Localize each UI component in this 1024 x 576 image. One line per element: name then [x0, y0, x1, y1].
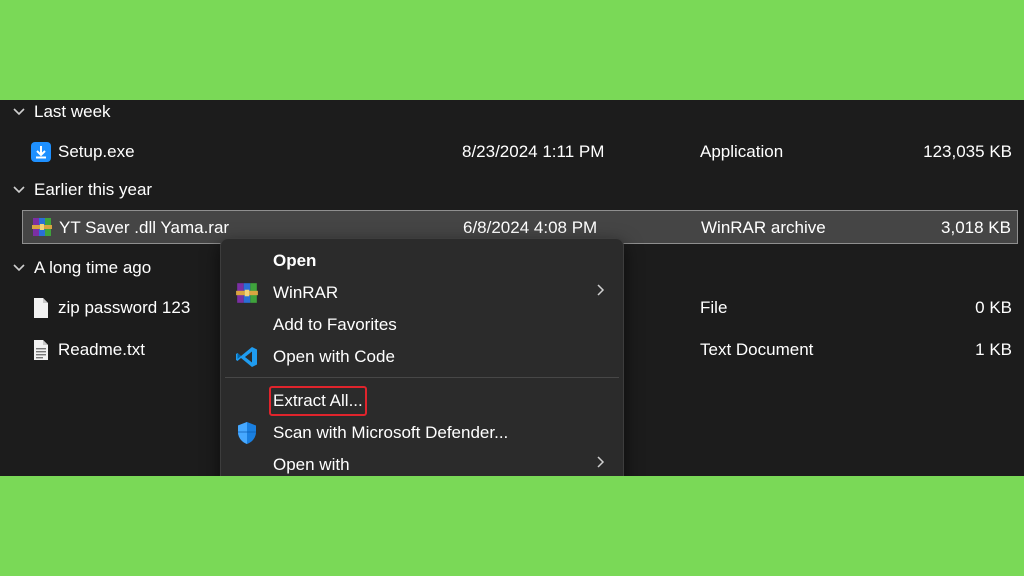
- file-name: Readme.txt: [58, 340, 145, 359]
- file-type: WinRAR archive: [701, 218, 826, 237]
- file-date: 8/23/2024 1:11 PM: [462, 142, 605, 161]
- chevron-down-icon: [13, 186, 25, 194]
- file-type: File: [700, 298, 728, 317]
- menu-item-label: Open: [273, 251, 317, 270]
- file-type: Text Document: [700, 340, 814, 359]
- vscode-icon: [236, 347, 257, 367]
- file-name: Setup.exe: [58, 142, 135, 161]
- group-header-a-long-time-ago[interactable]: A long time ago: [12, 256, 151, 280]
- file-name: zip password 123: [58, 298, 191, 317]
- menu-item-label: Add to Favorites: [273, 315, 397, 334]
- defender-shield-icon: [238, 422, 256, 444]
- menu-item-label: Open with: [273, 455, 350, 474]
- menu-item-open[interactable]: Open: [225, 245, 619, 277]
- menu-item-winrar[interactable]: WinRAR: [225, 277, 619, 309]
- chevron-down-icon: [13, 108, 25, 116]
- menu-item-label: WinRAR: [273, 283, 339, 302]
- background-band-bottom: [0, 476, 1024, 576]
- winrar-icon: [236, 283, 258, 303]
- file-size: 123,035 KB: [923, 142, 1012, 161]
- text-document-icon: [34, 340, 48, 360]
- group-label: Last week: [34, 102, 111, 121]
- menu-item-add-to-favorites[interactable]: Add to Favorites: [225, 309, 619, 341]
- menu-item-label: Open with Code: [273, 347, 395, 366]
- menu-item-extract-all[interactable]: Extract All...: [225, 385, 619, 417]
- menu-separator: [225, 377, 619, 378]
- group-label: A long time ago: [34, 258, 152, 277]
- menu-item-scan-defender[interactable]: Scan with Microsoft Defender...: [225, 417, 619, 449]
- installer-icon: [31, 142, 51, 162]
- file-size: 0 KB: [975, 298, 1012, 317]
- file-date: 6/8/2024 4:08 PM: [463, 218, 598, 237]
- winrar-archive-icon: [32, 218, 52, 236]
- chevron-right-icon: [597, 284, 605, 296]
- chevron-down-icon: [13, 264, 25, 272]
- file-size: 3,018 KB: [941, 218, 1011, 237]
- menu-item-open-with-code[interactable]: Open with Code: [225, 341, 619, 373]
- file-icon: [34, 298, 48, 318]
- menu-item-label: Extract All...: [273, 391, 363, 410]
- group-label: Earlier this year: [34, 180, 153, 199]
- file-type: Application: [700, 142, 784, 161]
- group-header-earlier-this-year[interactable]: Earlier this year: [12, 178, 152, 202]
- chevron-right-icon: [597, 456, 605, 468]
- context-menu: Open WinRAR Add to Favorites Open with C…: [220, 238, 624, 499]
- file-size: 1 KB: [975, 340, 1012, 359]
- file-name: YT Saver .dll Yama.rar: [59, 218, 230, 237]
- group-header-last-week[interactable]: Last week: [12, 100, 111, 124]
- menu-item-label: Scan with Microsoft Defender...: [273, 423, 509, 442]
- file-row-setup[interactable]: Setup.exe 8/23/2024 1:11 PM Application …: [22, 134, 1018, 170]
